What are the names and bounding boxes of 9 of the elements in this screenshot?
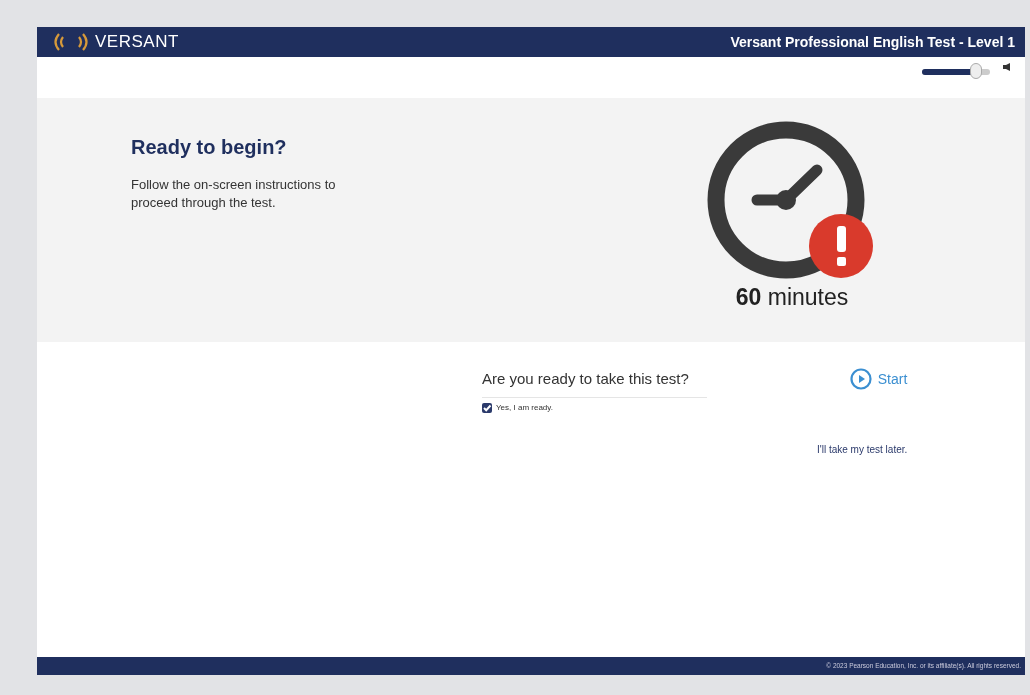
take-later-link[interactable]: I'll take my test later. [817,442,908,457]
test-title: Versant Professional English Test - Level 1 [730,32,1015,52]
start-button[interactable]: Start [849,368,908,390]
logo-text: VERSANT [95,31,179,54]
duration-text: 60 minutes [735,283,849,312]
ready-checkbox[interactable]: Yes, I am ready. [482,401,707,414]
heading: Ready to begin? [131,135,288,160]
instructions-text: Follow the on-screen instructions to proceed through the test. [131,176,337,213]
question-text: Are you ready to take this test? [482,368,707,398]
